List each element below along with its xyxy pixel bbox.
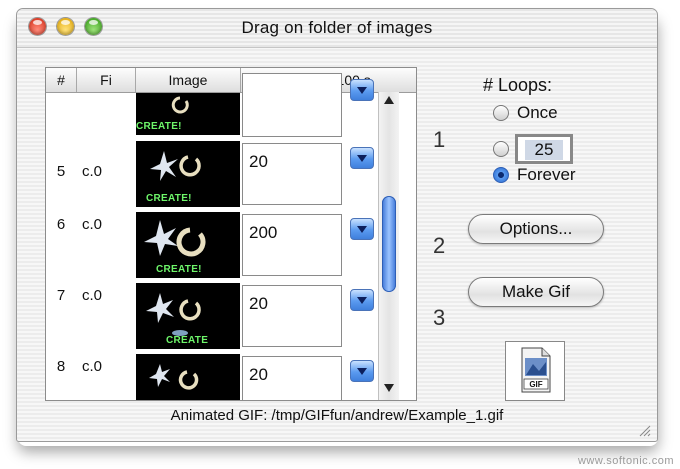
loops-count-field[interactable]: 25 — [515, 134, 573, 164]
gif-icon-label: GIF — [529, 380, 542, 389]
frame-thumbnail: CREATE! — [136, 212, 240, 278]
title-bar[interactable]: Drag on folder of images — [17, 9, 657, 48]
step-number-3: 3 — [433, 305, 446, 330]
app-window: Drag on folder of images # Fi Image Dela… — [16, 8, 658, 442]
radio-forever[interactable] — [493, 167, 509, 183]
frame-filename: c.0 — [82, 287, 103, 304]
table-scrollbar[interactable] — [378, 92, 399, 400]
frame-image — [149, 364, 199, 390]
options-button[interactable]: Options... — [468, 214, 604, 244]
resize-grip-icon[interactable] — [637, 423, 651, 437]
thumbnail-text: CREATE! — [136, 121, 182, 132]
delay-value: 20 — [249, 365, 268, 384]
delay-dropdown-button[interactable] — [350, 289, 374, 311]
delay-value: 200 — [249, 223, 278, 242]
thumbnail-text: CREATE! — [156, 264, 202, 275]
step-number-2: 2 — [433, 233, 446, 258]
frame-number: 5 — [56, 163, 66, 180]
step-number-1: 1 — [433, 127, 446, 152]
frame-thumbnail — [136, 354, 240, 400]
delay-dropdown-button[interactable] — [350, 218, 374, 240]
scrollbar-thumb[interactable] — [382, 196, 396, 292]
column-header-file[interactable]: Fi — [77, 68, 136, 92]
gif-document-icon: GIF — [521, 347, 551, 393]
delay-value: 20 — [249, 294, 268, 313]
loops-count-value: 25 — [525, 140, 563, 160]
radio-once[interactable] — [493, 105, 509, 121]
thumbnail-text: CREATE — [166, 335, 209, 346]
output-file-status: Animated GIF: /tmp/GIFfun/andrew/Example… — [170, 407, 504, 424]
make-gif-button[interactable]: Make Gif — [468, 277, 604, 307]
frame-number: 6 — [56, 216, 66, 233]
frame-filename: c.0 — [82, 163, 103, 180]
thumbnail-text: CREATE! — [146, 193, 192, 204]
frame-filename: c.0 — [82, 216, 103, 233]
column-header-image[interactable]: Image — [136, 68, 241, 92]
watermark-text: www.softonic.com — [577, 455, 674, 467]
delay-field[interactable]: 200 — [242, 214, 342, 276]
delay-dropdown-button[interactable] — [350, 360, 374, 382]
radio-forever-label[interactable]: Forever — [517, 165, 576, 185]
delay-field[interactable]: 20 — [242, 143, 342, 205]
window-title: Drag on folder of images — [241, 18, 433, 37]
table-row[interactable]: 6 c.0 CREATE! 200 — [46, 210, 378, 280]
delay-dropdown-button[interactable] — [350, 79, 374, 101]
frame-thumbnail: CREATE — [136, 283, 240, 349]
frames-table: # Fi Image Delay:1/100 s CREATE! 5 c.0 — [45, 67, 417, 401]
table-row[interactable]: 7 c.0 CREATE 20 — [46, 281, 378, 351]
delay-field[interactable] — [242, 73, 342, 137]
frame-thumbnail: CREATE! — [136, 141, 240, 207]
gif-file-icon[interactable]: GIF — [505, 341, 565, 401]
column-header-num[interactable]: # — [46, 68, 77, 92]
delay-dropdown-button[interactable] — [350, 147, 374, 169]
radio-once-label[interactable]: Once — [517, 103, 558, 123]
delay-value: 20 — [249, 152, 268, 171]
table-row[interactable]: CREATE! — [46, 73, 378, 137]
frame-number: 7 — [56, 287, 66, 304]
table-row[interactable]: 5 c.0 CREATE! 20 — [46, 139, 378, 209]
table-row[interactable]: 8 c.0 20 — [46, 352, 378, 400]
delay-field[interactable]: 20 — [242, 285, 342, 347]
loops-label: # Loops: — [483, 75, 553, 95]
delay-field[interactable]: 20 — [242, 356, 342, 400]
radio-count[interactable] — [493, 141, 509, 157]
frame-thumbnail: CREATE! — [136, 93, 240, 135]
scroll-down-arrow-icon[interactable] — [384, 384, 394, 392]
frame-filename: c.0 — [82, 358, 103, 375]
scroll-up-arrow-icon[interactable] — [384, 96, 394, 104]
frame-number: 8 — [56, 358, 66, 375]
